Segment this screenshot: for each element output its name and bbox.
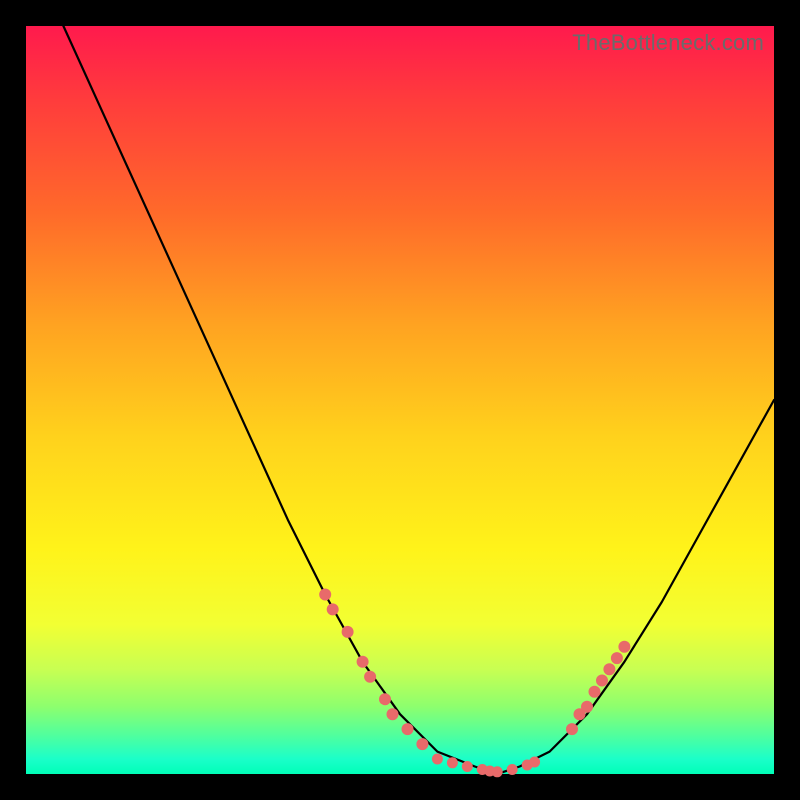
data-point [387,709,398,720]
data-point [432,754,442,764]
data-point [327,604,338,615]
data-point [365,671,376,682]
data-point [589,686,600,697]
data-point [530,757,540,767]
data-point [447,758,457,768]
data-point [462,762,472,772]
data-point [597,675,608,686]
data-point [619,641,630,652]
data-point [492,767,502,777]
data-point [342,626,353,637]
data-point [582,701,593,712]
data-points-bottom [432,754,539,777]
data-point [417,739,428,750]
data-point [611,653,622,664]
data-point [402,724,413,735]
data-point [380,694,391,705]
bottleneck-curve [63,26,774,774]
data-point [320,589,331,600]
data-points-right-slope [567,641,630,734]
data-point [507,765,517,775]
data-point [604,664,615,675]
chart-plot-area: TheBottleneck.com [26,26,774,774]
chart-svg [26,26,774,774]
data-points-left-slope [320,589,428,750]
data-point [567,724,578,735]
data-point [357,656,368,667]
